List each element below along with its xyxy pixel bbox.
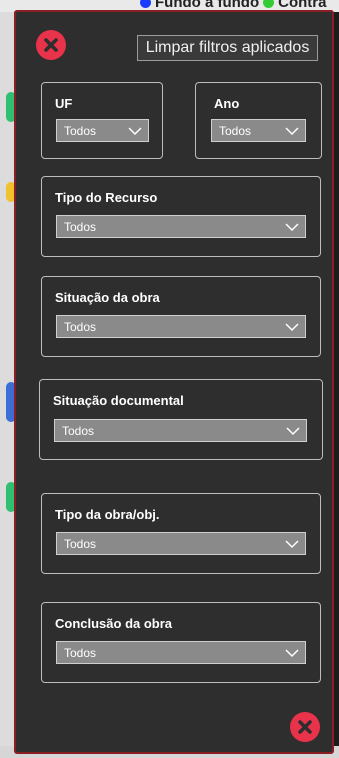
filter-ano: Ano Todos — [195, 82, 322, 159]
chevron-down-icon — [285, 223, 299, 232]
legend-item-label: Contra — [278, 0, 327, 11]
filter-label: Situação documental — [53, 393, 184, 408]
uf-dropdown[interactable]: Todos — [56, 119, 149, 142]
chevron-down-icon — [285, 127, 299, 136]
legend-item-label: Fundo a fundo — [155, 0, 260, 11]
tipo-obra-dropdown[interactable]: Todos — [56, 532, 306, 555]
filter-label: Conclusão da obra — [55, 616, 173, 631]
filter-label: Ano — [214, 96, 240, 111]
chevron-down-icon — [286, 427, 300, 436]
dropdown-value: Todos — [64, 123, 97, 138]
filter-label: Situação da obra — [55, 290, 160, 305]
legend-dot-icon — [263, 0, 275, 8]
filter-uf: UF Todos — [41, 82, 163, 159]
background-legend: Fundo a fundo Contra — [140, 0, 327, 11]
close-panel-button[interactable] — [36, 30, 66, 60]
dropdown-value: Todos — [62, 423, 95, 438]
dropdown-value: Todos — [219, 123, 252, 138]
filter-label: Tipo da obra/obj. — [55, 507, 160, 522]
close-circle-icon — [37, 31, 65, 59]
situacao-obra-dropdown[interactable]: Todos — [56, 315, 306, 338]
ano-dropdown[interactable]: Todos — [211, 119, 306, 142]
legend-dot-icon — [140, 0, 151, 8]
chevron-down-icon — [285, 323, 299, 332]
filter-conclusao-obra: Conclusão da obra Todos — [41, 602, 321, 683]
situacao-documental-dropdown[interactable]: Todos — [54, 419, 307, 442]
clear-filters-button[interactable]: Limpar filtros aplicados — [137, 35, 318, 61]
chevron-down-icon — [285, 649, 299, 658]
filter-situacao-obra: Situação da obra Todos — [41, 276, 321, 357]
filter-label: Tipo do Recurso — [55, 190, 158, 205]
dropdown-value: Todos — [64, 219, 97, 234]
dropdown-value: Todos — [64, 536, 97, 551]
filter-tipo-obra: Tipo da obra/obj. Todos — [41, 493, 321, 574]
filter-situacao-documental: Situação documental Todos — [39, 379, 323, 460]
dropdown-value: Todos — [64, 319, 97, 334]
chevron-down-icon — [128, 127, 142, 136]
filter-tipo-recurso: Tipo do Recurso Todos — [41, 176, 321, 257]
chevron-down-icon — [285, 540, 299, 549]
filter-panel: Limpar filtros aplicados UF Todos Ano To… — [14, 10, 334, 754]
close-panel-bottom-button[interactable] — [290, 712, 320, 742]
tipo-recurso-dropdown[interactable]: Todos — [56, 215, 306, 238]
close-circle-icon — [291, 713, 319, 741]
dropdown-value: Todos — [64, 645, 97, 660]
conclusao-obra-dropdown[interactable]: Todos — [56, 641, 306, 664]
filter-label: UF — [55, 96, 73, 111]
background-report-edge — [0, 12, 16, 758]
